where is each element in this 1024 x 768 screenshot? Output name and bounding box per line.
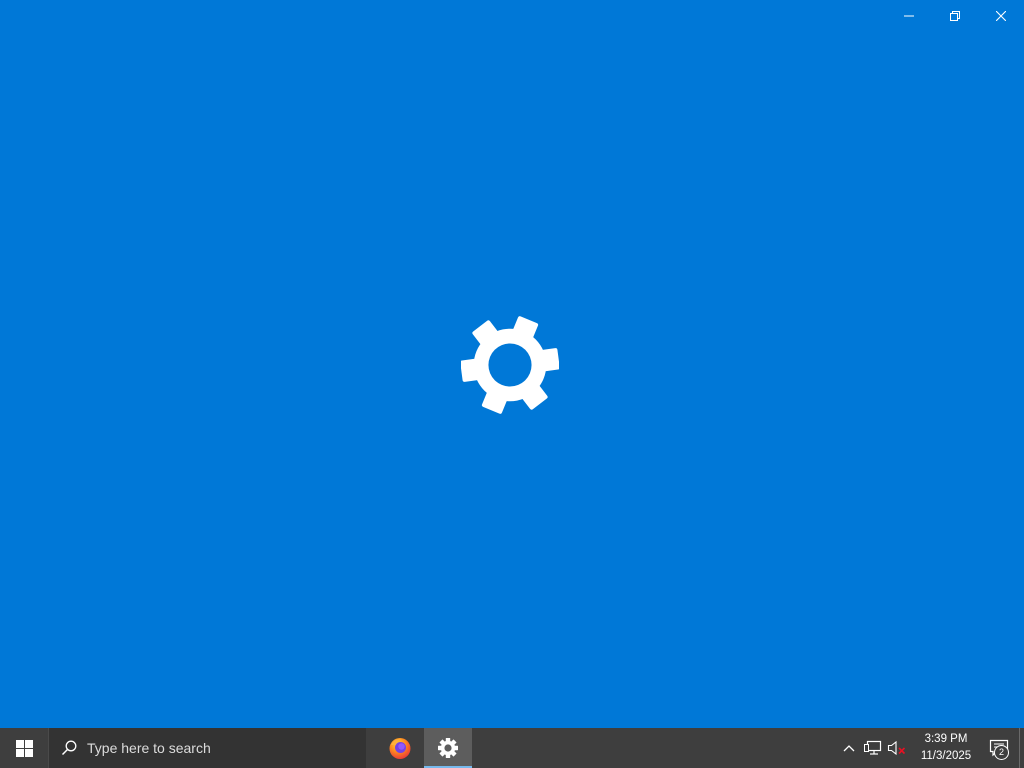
close-button[interactable] [978, 0, 1024, 32]
taskbar-app-firefox[interactable] [376, 728, 424, 768]
taskbar-search-box[interactable]: Type here to search [48, 728, 366, 768]
taskbar-app-list [376, 728, 472, 768]
clock-date: 11/3/2025 [920, 750, 972, 762]
settings-gear-icon [438, 738, 458, 758]
start-button[interactable] [0, 728, 48, 768]
taskbar-app-settings[interactable] [424, 728, 472, 768]
settings-window [0, 0, 1024, 728]
minimize-button[interactable] [886, 0, 932, 32]
windows-logo-icon [15, 739, 33, 757]
action-center-button[interactable]: 2 [979, 728, 1019, 768]
firefox-icon [389, 738, 411, 759]
system-tray: 3:39 PM 11/3/2025 2 [837, 728, 1024, 768]
chevron-up-icon [843, 745, 855, 752]
volume-muted-icon [887, 740, 906, 756]
window-controls [886, 0, 1024, 32]
minimize-icon [904, 15, 914, 17]
show-hidden-icons-button[interactable] [837, 728, 861, 768]
search-placeholder: Type here to search [87, 740, 211, 756]
clock-time: 3:39 PM [924, 733, 968, 745]
volume-button[interactable] [885, 728, 909, 768]
show-desktop-button[interactable] [1019, 728, 1024, 768]
network-button[interactable] [861, 728, 885, 768]
notification-count-badge: 2 [994, 745, 1009, 760]
desktop-screen: Type here to search 3:39 PM 11/3/2025 2 [0, 0, 1024, 768]
taskbar-clock[interactable]: 3:39 PM 11/3/2025 [913, 728, 979, 768]
restore-button[interactable] [932, 0, 978, 32]
taskbar: Type here to search 3:39 PM 11/3/2025 2 [0, 728, 1024, 768]
restore-icon [950, 11, 960, 21]
search-icon [61, 740, 77, 756]
network-icon [864, 740, 882, 755]
settings-gear-icon [461, 316, 559, 414]
close-icon [996, 11, 1006, 21]
